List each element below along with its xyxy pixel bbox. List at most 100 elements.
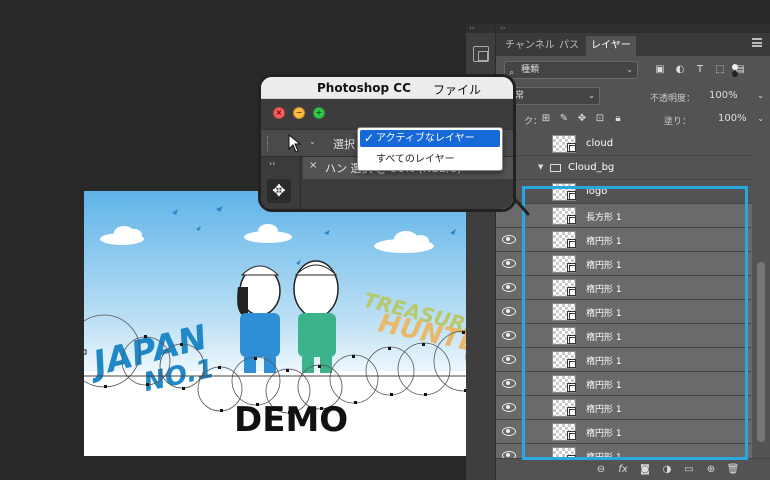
dock-collapse[interactable]: ‹‹ [466, 24, 495, 33]
lock-image-icon[interactable]: ✎ [558, 113, 570, 125]
eye-icon[interactable] [502, 234, 516, 244]
layer-name: Cloud_bg [568, 162, 615, 173]
opacity-label: 不透明度： [650, 94, 696, 104]
pixel-filter-icon[interactable]: ▣ [654, 64, 666, 76]
app-menu[interactable]: Photoshop CC [317, 81, 411, 95]
tab-layers[interactable]: レイヤー [586, 36, 636, 56]
layer-name: logo [586, 186, 608, 197]
smart-object-badge-icon [567, 431, 576, 440]
eye-icon[interactable] [502, 402, 516, 412]
type-filter-icon[interactable]: T [694, 64, 706, 76]
move-tool-button[interactable]: ✥ [267, 179, 291, 203]
filter-label: 種類 [521, 65, 540, 75]
minimize-window-button[interactable]: − [293, 107, 305, 119]
close-icon[interactable]: × [309, 160, 317, 171]
smart-object-badge-icon [567, 383, 576, 392]
layer-row[interactable]: 楕円形 1 [496, 228, 752, 252]
layer-row[interactable]: cloud [496, 132, 752, 156]
chevron-down-icon[interactable]: ⌄ [309, 137, 316, 146]
chevron-down-icon: ⌄ [626, 65, 633, 74]
fill-field[interactable]: 100% ⌄ [692, 110, 764, 128]
trash-icon[interactable]: 🗑︎ [726, 463, 740, 477]
smart-object-badge-icon [567, 191, 576, 200]
chevron-down-icon: ⌄ [757, 91, 764, 100]
layer-row[interactable]: 長方形 1 [496, 204, 752, 228]
dropdown-option-all-layers[interactable]: すべてのレイヤー [360, 151, 500, 168]
zoom-callout: Photoshop CC ファイル × − + ⌄ 選択 ›› ✥ × ハン 選… [258, 74, 516, 212]
filter-toggle-icon[interactable] [730, 64, 740, 78]
shape-filter-icon[interactable]: ⬚ [714, 64, 726, 76]
smart-object-badge-icon [567, 263, 576, 272]
artboard-icon[interactable] [473, 46, 489, 62]
cursor-arrow-icon[interactable] [287, 134, 303, 154]
layers-bottom-bar: ⊖ fx ◙ ◑ ▭ ⊕ 🗑︎ [496, 458, 770, 480]
layer-name: 長方形 1 [586, 213, 622, 223]
adjustment-filter-icon[interactable]: ◐ [674, 64, 686, 76]
layer-row[interactable]: 楕円形 1 [496, 372, 752, 396]
layer-group-row[interactable]: ▼ Cloud_bg [496, 156, 752, 180]
tab-channels[interactable]: チャンネル [500, 36, 560, 56]
smart-object-badge-icon [567, 311, 576, 320]
add-mask-icon[interactable]: ◙ [638, 463, 652, 477]
layer-filter-row: ⌕ 種類 ⌄ ▣ ◐ T ⬚ ▤ [496, 56, 770, 84]
eye-icon[interactable] [502, 378, 516, 388]
opacity-field[interactable]: 100% ⌄ [706, 87, 764, 105]
layer-row[interactable]: logo [496, 180, 752, 204]
eye-icon[interactable] [502, 450, 516, 458]
layer-row[interactable]: 楕円形 1 [496, 420, 752, 444]
panel-tabbar: ›› チャンネル パス レイヤー [496, 24, 770, 56]
layer-name: 楕円形 1 [586, 381, 622, 391]
auto-select-dropdown[interactable]: ✓ アクティブなレイヤー すべてのレイヤー [357, 127, 503, 171]
layer-row[interactable]: 楕円形 1 [496, 252, 752, 276]
chevron-down-icon: ⌄ [757, 114, 764, 123]
dropdown-option-label: アクティブなレイヤー [376, 133, 475, 144]
layer-row[interactable]: 楕円形 1 [496, 324, 752, 348]
tools-collapse[interactable]: ›› [269, 159, 275, 168]
panel-menu-icon[interactable] [752, 38, 762, 47]
new-group-icon[interactable]: ▭ [682, 463, 696, 477]
eye-icon[interactable] [502, 354, 516, 364]
scrollbar-thumb[interactable] [757, 262, 765, 442]
smart-object-badge-icon [567, 407, 576, 416]
chevron-down-icon: ⌄ [588, 91, 595, 100]
link-layers-icon[interactable]: ⊖ [594, 463, 608, 477]
eye-icon[interactable] [502, 426, 516, 436]
layer-name: 楕円形 1 [586, 429, 622, 439]
eye-icon[interactable] [502, 282, 516, 292]
lock-all-icon[interactable]: 🔒︎ [612, 113, 624, 125]
lock-artboard-icon[interactable]: ⊡ [594, 113, 606, 125]
folder-icon [550, 164, 561, 172]
file-menu[interactable]: ファイル [433, 81, 481, 98]
smart-object-badge-icon [567, 239, 576, 248]
layer-row[interactable]: 楕円形 1 [496, 276, 752, 300]
zoom-window-button[interactable]: + [313, 107, 325, 119]
layer-name: 楕円形 1 [586, 453, 622, 458]
panel-collapse[interactable]: ›› [496, 24, 770, 33]
eye-icon[interactable] [502, 330, 516, 340]
lock-transparency-icon[interactable]: ⊞ [540, 113, 552, 125]
layer-style-icon[interactable]: fx [616, 463, 630, 477]
fill-value: 100% [718, 113, 747, 124]
demo-text: DEMO [234, 400, 348, 440]
layer-row[interactable]: 楕円形 1 [496, 396, 752, 420]
layer-row[interactable]: 楕円形 1 [496, 300, 752, 324]
new-layer-icon[interactable]: ⊕ [704, 463, 718, 477]
document-canvas[interactable]: JAPAN NO.1 TREASURE HUNTER DEMO [84, 191, 498, 456]
close-window-button[interactable]: × [273, 107, 285, 119]
layer-row[interactable]: 楕円形 1 [496, 444, 752, 458]
eye-icon[interactable] [502, 306, 516, 316]
grip-handle[interactable] [267, 136, 271, 152]
tab-paths[interactable]: パス [554, 36, 584, 56]
disclosure-arrow-icon[interactable]: ▼ [538, 163, 543, 171]
layer-name: 楕円形 1 [586, 333, 622, 343]
adjustment-layer-icon[interactable]: ◑ [660, 463, 674, 477]
eye-icon[interactable] [502, 258, 516, 268]
smart-object-badge-icon [567, 215, 576, 224]
layer-row[interactable]: 楕円形 1 [496, 348, 752, 372]
lock-position-icon[interactable]: ✥ [576, 113, 588, 125]
checkmark-icon: ✓ [364, 131, 375, 145]
artwork: JAPAN NO.1 TREASURE HUNTER DEMO [84, 191, 498, 456]
dropdown-option-active-layer[interactable]: ✓ アクティブなレイヤー [360, 130, 500, 147]
layers-scrollbar[interactable] [752, 132, 770, 458]
layer-filter-select[interactable]: ⌕ 種類 ⌄ [504, 61, 638, 79]
